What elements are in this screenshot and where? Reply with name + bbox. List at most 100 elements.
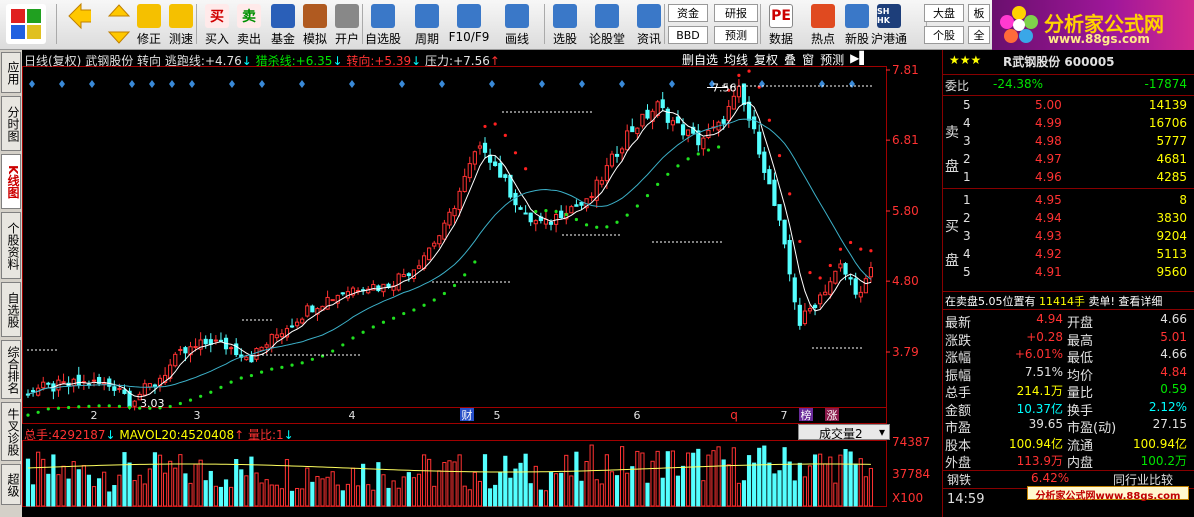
candle-body (401, 274, 406, 278)
sar-dot (564, 213, 568, 217)
candle-body (340, 292, 345, 295)
left-tab-1[interactable]: 分时图 (1, 96, 21, 151)
weibi-label: 委比 (945, 79, 970, 93)
chart-tool-3[interactable]: 叠 (784, 51, 796, 67)
candle-body (645, 109, 650, 119)
toolbar-button-9[interactable]: 开户 (330, 2, 364, 48)
volume-bar (56, 474, 61, 507)
volume-bar (757, 447, 762, 507)
toolbar-button-4[interactable]: 测速 (164, 2, 198, 48)
toolbar-button-20[interactable]: SH HK 沪港通 (871, 2, 907, 48)
toolbar-button-3[interactable]: 修正 (132, 2, 166, 48)
ask-volume: 5777 (1156, 134, 1187, 148)
toolbar-button-8[interactable]: 模拟 (298, 2, 332, 48)
ask-level: 4 (963, 116, 971, 130)
rank-event-label: 榜 (801, 408, 812, 422)
left-tab-3[interactable]: 个股资料 (1, 212, 21, 279)
candle-body (752, 116, 757, 130)
volume-bar (391, 480, 396, 507)
volume-bar (711, 450, 716, 507)
ask-volume: 16706 (1148, 116, 1187, 130)
chart-tool-0[interactable]: 删自选 (682, 51, 718, 67)
bid-level: 4 (963, 247, 971, 261)
sar-dot (249, 373, 254, 378)
ask-volume: 4681 (1156, 152, 1187, 166)
shhk-icon: SH HK (877, 4, 901, 28)
left-tab-0[interactable]: 应用 (1, 52, 21, 93)
toolbar-button-12[interactable]: F10/F9 (449, 2, 489, 48)
toolbar-button-13[interactable]: 画线 (500, 2, 534, 48)
toolbar-dropdown-quan[interactable]: 全 (968, 26, 990, 44)
quote-value: 100.94亿 (1009, 436, 1063, 451)
toolbar-button-11[interactable]: 周期 (410, 2, 444, 48)
ask-price: 5.00 (1035, 98, 1062, 112)
sar-dot (422, 303, 426, 307)
toolbar-dropdown-ban[interactable]: 板 (968, 4, 990, 22)
kline-chart-panel[interactable]: 7.81 6.81 5.80 4.80 3.79 74387 37784 X100 7.56 3.… (22, 50, 942, 517)
down-arrow-icon: ↓ (105, 428, 116, 442)
big-order-alert[interactable]: 在卖盘5.05位置有 11414手 卖单! 查看详细 (945, 293, 1194, 309)
turn-label: 转向: (346, 54, 375, 68)
toolbar-button-16[interactable]: 资讯 (632, 2, 666, 48)
alert-detail-link[interactable]: 卖单! 查看详细 (1089, 295, 1163, 308)
toolbar-label: 热点 (810, 32, 835, 46)
alert-text: 在卖盘5.05位置有 (945, 295, 1036, 308)
left-tab-2[interactable]: K线图 (1, 154, 21, 209)
toolbar-button-5[interactable]: 买买入 (200, 2, 234, 48)
volume-bar (863, 476, 868, 507)
left-tab-6[interactable]: 牛叉诊股 (1, 402, 21, 461)
toolbar-button-19[interactable]: 新股 (840, 2, 874, 48)
toolbar-dropdown-bbd[interactable]: BBD (668, 26, 708, 44)
chart-tool-4[interactable]: 窗 (802, 51, 814, 67)
bid-level: 3 (963, 229, 971, 243)
candle-body (300, 318, 305, 324)
volume-bar (254, 472, 259, 507)
candle-body (264, 344, 269, 348)
toolbar-dropdown-dapan[interactable]: 大盘 (924, 4, 964, 22)
candle-body (802, 310, 808, 325)
volume-bar (340, 490, 345, 507)
candle-body (635, 127, 640, 135)
new-stock-icon (845, 4, 869, 28)
candle-body (721, 119, 726, 124)
toolbar-button-1[interactable] (62, 2, 96, 48)
left-tab-4[interactable]: 自选股 (1, 282, 21, 337)
chart-tool-1[interactable]: 均线 (724, 51, 748, 67)
candle-body (630, 126, 635, 133)
toolbar-button-2[interactable] (102, 2, 136, 48)
toolbar-button-6[interactable]: 卖卖出 (232, 2, 266, 48)
toolbar-dropdown-gegu[interactable]: 个股 (924, 26, 964, 44)
volume-bar (315, 475, 320, 507)
down-arrow-icon: ↓ (411, 54, 422, 68)
toolbar-button-17[interactable]: PE 数据 (764, 2, 798, 48)
stock-title: R武钢股份 600005 (1003, 55, 1115, 69)
candle-body (213, 339, 218, 342)
sar-dot (595, 225, 599, 229)
candle-body (416, 265, 422, 269)
kline-chart[interactable]: 7.81 6.81 5.80 4.80 3.79 74387 37784 X100 7.56 3.… (22, 50, 942, 517)
toolbar-button-10[interactable]: 自选股 (365, 2, 401, 48)
volume-bar (223, 479, 229, 507)
toolbar-dropdown-yanbao[interactable]: 研报 (714, 4, 758, 22)
toolbar-button-15[interactable]: 论股堂 (589, 2, 625, 48)
sar-dot (371, 325, 375, 329)
left-tab-7[interactable]: 超级 (1, 464, 21, 505)
limit-event-label: 涨 (827, 409, 838, 422)
volume-indicator-dropdown[interactable]: 成交量2 ▾ (798, 424, 890, 441)
candle-body (467, 163, 472, 179)
toolbar-dropdown-zijin[interactable]: 资金 (668, 4, 708, 22)
chart-tools: 删自选 均线 复权叠窗预测 ▶▌ (682, 51, 869, 67)
toolbar-dropdown-yuce[interactable]: 预测 (714, 26, 758, 44)
volume-bar (599, 483, 604, 507)
expand-panel-icon[interactable]: ▶▌ (850, 51, 868, 67)
watermark: 分析家公式网www.88gs.com (1027, 486, 1189, 502)
chart-tool-2[interactable]: 复权 (754, 51, 778, 67)
chart-tool-5[interactable]: 预测 (820, 51, 844, 67)
toolbar-button-14[interactable]: 选股 (548, 2, 582, 48)
toolbar-button-18[interactable]: 热点 (806, 2, 840, 48)
sar-dot (341, 343, 345, 347)
sar-dot (412, 308, 416, 312)
left-tab-5[interactable]: 综合排名 (1, 340, 21, 399)
toolbar-button-0[interactable] (2, 2, 50, 48)
toolbar-button-7[interactable]: 基金 (266, 2, 300, 48)
